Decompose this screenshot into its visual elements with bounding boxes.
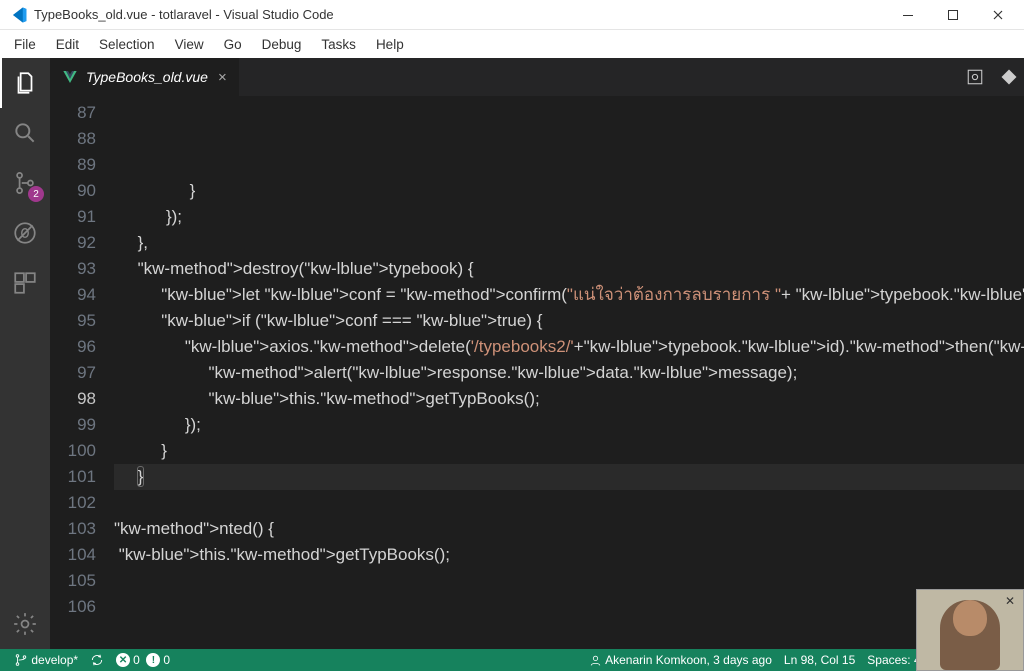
sync-icon <box>90 653 104 667</box>
status-problems[interactable]: ✕0 !0 <box>110 649 176 671</box>
scm-badge: 2 <box>28 186 44 202</box>
webcam-overlay: ✕ <box>916 589 1024 671</box>
editor-toolbar <box>958 58 1024 96</box>
tab-typebooks-old[interactable]: TypeBooks_old.vue × <box>50 58 240 96</box>
menu-selection[interactable]: Selection <box>89 37 165 52</box>
files-icon <box>12 70 38 96</box>
tab-close-icon[interactable]: × <box>218 69 227 86</box>
menu-file[interactable]: File <box>4 37 46 52</box>
window-titlebar: TypeBooks_old.vue - totlaravel - Visual … <box>0 0 1024 30</box>
tab-label: TypeBooks_old.vue <box>86 69 208 85</box>
menu-go[interactable]: Go <box>214 37 252 52</box>
activity-extensions[interactable] <box>0 258 50 308</box>
menu-debug[interactable]: Debug <box>252 37 312 52</box>
vscode-logo-icon <box>10 6 28 24</box>
code-content[interactable]: } }); }, "kw-method">destroy("kw-lblue">… <box>114 96 1024 649</box>
menu-bar: FileEditSelectionViewGoDebugTasksHelp <box>0 30 1024 58</box>
minimize-button[interactable] <box>885 0 930 30</box>
window-controls <box>885 0 1020 30</box>
activity-search[interactable] <box>0 108 50 158</box>
status-bar: develop* ✕0 !0 Akenarin Komkoon, 3 days … <box>0 649 1024 671</box>
close-button[interactable] <box>975 0 1020 30</box>
editor-tabs: TypeBooks_old.vue × <box>50 58 1024 96</box>
editor-group: TypeBooks_old.vue × 87888990919293949596… <box>50 58 1024 649</box>
activity-scm[interactable]: 2 <box>0 158 50 208</box>
activity-settings[interactable] <box>0 599 50 649</box>
ribbon-icon: ✕ <box>1005 594 1019 608</box>
warning-icon: ! <box>146 653 160 667</box>
main-area: 2 EXPLORER ▾TOTLARAVEL ▸nnode_modules▸pu… <box>0 58 1024 649</box>
maximize-button[interactable] <box>930 0 975 30</box>
activity-debug[interactable] <box>0 208 50 258</box>
window-title: TypeBooks_old.vue - totlaravel - Visual … <box>34 7 885 22</box>
vue-icon <box>62 69 78 85</box>
menu-edit[interactable]: Edit <box>46 37 89 52</box>
no-bug-icon <box>12 220 38 246</box>
status-blame[interactable]: Akenarin Komkoon, 3 days ago <box>583 649 778 671</box>
menu-view[interactable]: View <box>165 37 214 52</box>
status-cursor[interactable]: Ln 98, Col 15 <box>778 649 861 671</box>
error-icon: ✕ <box>116 653 130 667</box>
menu-tasks[interactable]: Tasks <box>311 37 366 52</box>
activity-bar: 2 <box>0 58 50 649</box>
menu-help[interactable]: Help <box>366 37 414 52</box>
code-editor[interactable]: 8788899091929394959697989910010110210310… <box>50 96 1024 649</box>
line-gutter: 8788899091929394959697989910010110210310… <box>50 96 114 649</box>
extensions-icon <box>12 270 38 296</box>
activity-explorer[interactable] <box>0 58 50 108</box>
compare-changes-button[interactable] <box>958 58 992 96</box>
git-branch-icon <box>14 653 28 667</box>
webcam-person-head <box>953 600 987 636</box>
gear-icon <box>12 611 38 637</box>
search-icon <box>12 120 38 146</box>
status-branch[interactable]: develop* <box>8 649 84 671</box>
status-sync[interactable] <box>84 649 110 671</box>
open-preview-button[interactable] <box>992 58 1024 96</box>
person-icon <box>589 654 602 667</box>
